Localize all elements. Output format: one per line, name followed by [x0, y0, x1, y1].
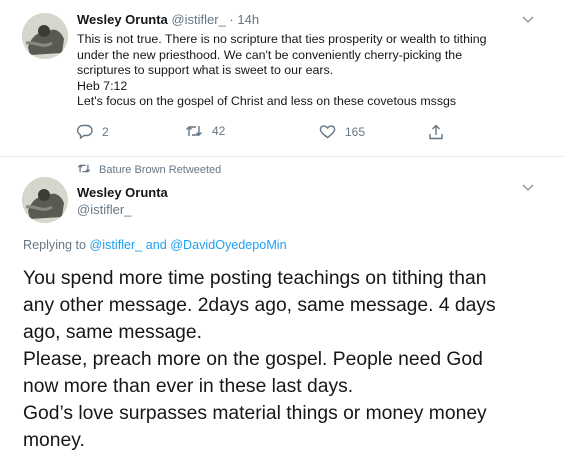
replying-to: Replying to @istifler_ and @DavidOyedepo…: [23, 238, 287, 252]
tweet-text-line: God’s love surpasses material things or …: [23, 403, 487, 424]
caret-down-icon[interactable]: [522, 12, 534, 27]
tweet-original[interactable]: Wesley Orunta @istifler_ · 14h This is n…: [0, 0, 564, 157]
tweet-text-line: money.: [23, 430, 85, 451]
retweet-context-text[interactable]: Bature Brown Retweeted: [99, 164, 221, 176]
retweet-button[interactable]: 42: [185, 124, 225, 138]
tweet-actions: 2 42 165: [77, 124, 477, 142]
share-button[interactable]: [428, 124, 444, 140]
caret-down-icon[interactable]: [522, 180, 534, 195]
separator-dot: ·: [229, 12, 234, 27]
tweet-text-line: ago, same message.: [23, 322, 202, 343]
like-count: 165: [345, 124, 366, 139]
tweet-text-line: now more than ever in these last days.: [23, 376, 354, 397]
replying-and[interactable]: and: [146, 238, 167, 252]
tweet-text-line: any other message. 2days ago, same messa…: [23, 295, 496, 316]
tweet-text-line: This is not true. There is no scripture …: [77, 32, 487, 46]
like-icon: [319, 124, 336, 139]
share-icon: [428, 124, 444, 140]
retweet-count: 42: [212, 124, 226, 138]
tweet-text-line: Heb 7:12: [77, 78, 128, 93]
tweet-text: This is not true. There is no scripture …: [77, 32, 537, 110]
tweet-text-line: scriptures to support what is sweet to o…: [77, 63, 334, 78]
like-button[interactable]: 165: [319, 124, 365, 139]
replying-prefix: Replying to: [23, 238, 87, 252]
mention-link[interactable]: @istifler_: [90, 238, 143, 252]
tweet-text-line: under the new priesthood. We can't be co…: [77, 47, 463, 62]
author-name[interactable]: Wesley Orunta: [77, 12, 168, 27]
tweet-text: You spend more time posting teachings on…: [23, 265, 553, 454]
tweet-text-line: You spend more time posting teachings on…: [23, 268, 487, 289]
author-handle[interactable]: @istifler_: [171, 12, 225, 27]
reply-count: 2: [102, 124, 109, 139]
retweet-icon: [77, 163, 91, 177]
tweet-header: Wesley Orunta @istifler_ · 14h: [77, 12, 259, 27]
retweet-icon: [185, 124, 203, 138]
avatar[interactable]: [22, 13, 68, 59]
author-name[interactable]: Wesley Orunta: [77, 185, 168, 200]
author-handle[interactable]: @istifler_: [77, 202, 131, 217]
mention-link[interactable]: @DavidOyedepoMin: [170, 238, 286, 252]
avatar[interactable]: [22, 177, 68, 223]
retweet-context: Bature Brown Retweeted: [77, 163, 221, 177]
reply-button[interactable]: 2: [77, 124, 109, 139]
reply-icon: [77, 124, 93, 139]
tweet-text-line: Let's focus on the gospel of Christ and …: [77, 94, 457, 109]
tweet-text-line: Please, preach more on the gospel. Peopl…: [23, 349, 483, 370]
timestamp[interactable]: 14h: [237, 12, 259, 27]
